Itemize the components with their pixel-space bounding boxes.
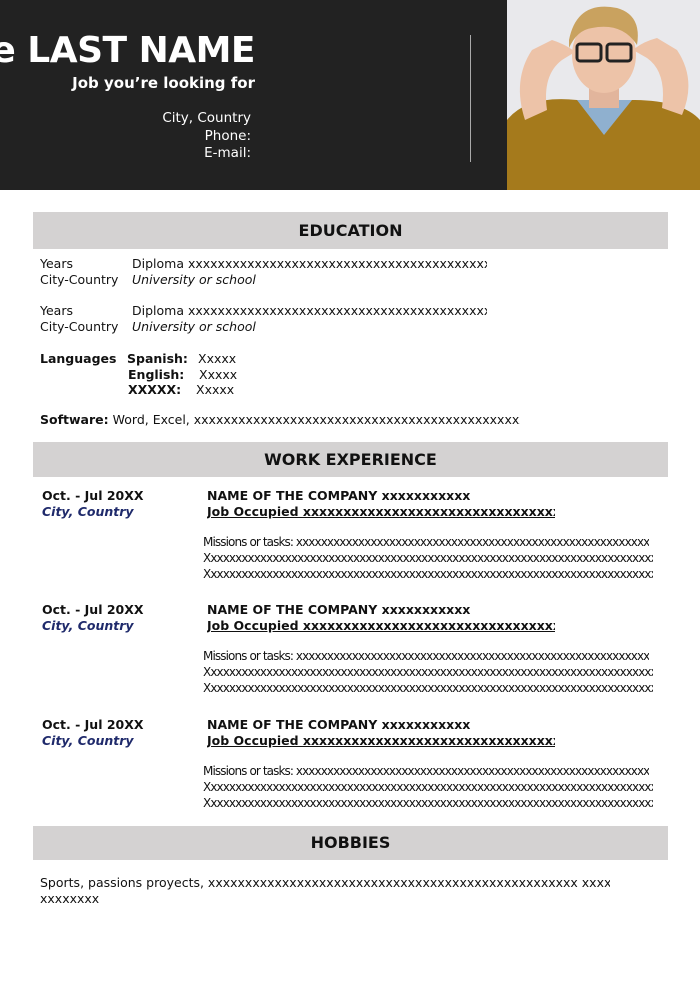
company-name: NAME OF THE COMPANY xxxxxxxxxxx — [207, 488, 471, 503]
job-occupied: Job Occupied xxxxxxxxxxxxxxxxxxxxxxxxxxx… — [207, 733, 555, 748]
software-value: Word, Excel, xxxxxxxxxxxxxxxxxxxxxxxxxxx… — [112, 412, 520, 427]
education-years: Years — [40, 303, 73, 318]
education-school: University or school — [132, 319, 256, 334]
work-dates: Oct. - Jul 20XX — [42, 488, 144, 503]
languages-label: Languages — [40, 351, 117, 366]
header-banner: Name LAST NAME Job you’re looking for Ci… — [0, 0, 507, 190]
company-name: NAME OF THE COMPANY xxxxxxxxxxx — [207, 602, 471, 617]
task-line: Missions or tasks: xxxxxxxxxxxxxxxxxxxxx… — [203, 764, 649, 778]
candidate-name: Name LAST NAME — [0, 30, 256, 71]
job-occupied: Job Occupied xxxxxxxxxxxxxxxxxxxxxxxxxxx… — [207, 618, 555, 633]
education-location: City-Country — [40, 319, 119, 334]
hobbies-text: Sports, passions proyects, xxxxxxxxxxxxx… — [40, 875, 610, 890]
language-name: Spanish: — [127, 351, 188, 366]
task-line: Missions or tasks: xxxxxxxxxxxxxxxxxxxxx… — [203, 649, 649, 663]
task-line: Xxxxxxxxxxxxxxxxxxxxxxxxxxxxxxxxxxxxxxxx… — [203, 780, 653, 794]
software-line: Software: Word, Excel, xxxxxxxxxxxxxxxxx… — [40, 412, 520, 427]
work-location: City, Country — [42, 504, 134, 519]
contact-city: City, Country — [162, 110, 251, 126]
task-line: Xxxxxxxxxxxxxxxxxxxxxxxxxxxxxxxxxxxxxxxx… — [203, 681, 653, 695]
language-level: Xxxxx — [199, 367, 238, 382]
contact-email: E-mail: — [204, 145, 251, 161]
task-line: Xxxxxxxxxxxxxxxxxxxxxxxxxxxxxxxxxxxxxxxx… — [203, 567, 653, 581]
company-name: NAME OF THE COMPANY xxxxxxxxxxx — [207, 717, 471, 732]
task-line: Xxxxxxxxxxxxxxxxxxxxxxxxxxxxxxxxxxxxxxxx… — [203, 796, 653, 810]
education-years: Years — [40, 256, 73, 271]
education-diploma: Diploma xxxxxxxxxxxxxxxxxxxxxxxxxxxxxxxx… — [132, 303, 487, 318]
task-line: Xxxxxxxxxxxxxxxxxxxxxxxxxxxxxxxxxxxxxxxx… — [203, 551, 653, 565]
section-header-work-experience: WORK EXPERIENCE — [33, 442, 668, 477]
work-dates: Oct. - Jul 20XX — [42, 602, 144, 617]
work-location: City, Country — [42, 618, 134, 633]
job-occupied: Job Occupied xxxxxxxxxxxxxxxxxxxxxxxxxxx… — [207, 504, 555, 519]
language-level: Xxxxx — [196, 382, 235, 397]
education-diploma: Diploma xxxxxxxxxxxxxxxxxxxxxxxxxxxxxxxx… — [132, 256, 487, 271]
education-location: City-Country — [40, 272, 119, 287]
work-dates: Oct. - Jul 20XX — [42, 717, 144, 732]
section-header-education: EDUCATION — [33, 212, 668, 249]
task-line: Xxxxxxxxxxxxxxxxxxxxxxxxxxxxxxxxxxxxxxxx… — [203, 665, 653, 679]
language-name: XXXXX: — [128, 382, 182, 397]
hobbies-text-continued: xxxxxxxx — [40, 891, 100, 906]
resume-page: Name LAST NAME Job you’re looking for Ci… — [0, 0, 700, 990]
contact-phone: Phone: — [204, 128, 251, 144]
language-level: Xxxxx — [198, 351, 237, 366]
job-title: Job you’re looking for — [72, 74, 255, 92]
divider — [470, 35, 471, 162]
work-location: City, Country — [42, 733, 134, 748]
language-name: English: — [128, 367, 185, 382]
profile-photo — [507, 0, 700, 190]
task-line: Missions or tasks: xxxxxxxxxxxxxxxxxxxxx… — [203, 535, 649, 549]
section-header-hobbies: HOBBIES — [33, 826, 668, 860]
software-label: Software: — [40, 412, 109, 427]
education-school: University or school — [132, 272, 256, 287]
